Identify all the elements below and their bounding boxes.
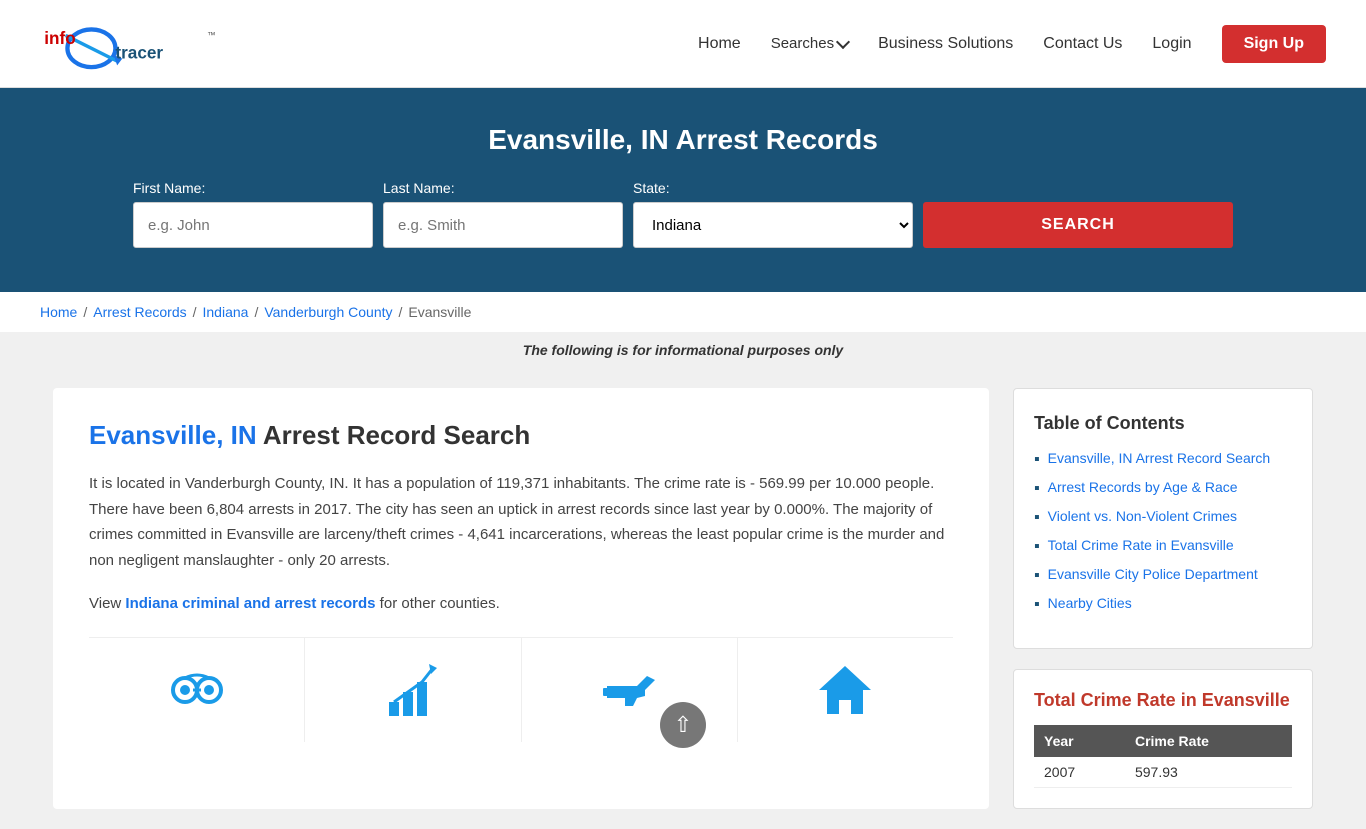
breadcrumb-arrest-records[interactable]: Arrest Records	[93, 304, 186, 320]
view-records-line: View Indiana criminal and arrest records…	[89, 591, 953, 617]
page-title-rest: Arrest Record Search	[263, 420, 530, 450]
search-button[interactable]: SEARCH	[923, 202, 1233, 248]
page-title-state: IN	[223, 420, 262, 450]
indiana-records-link[interactable]: Indiana criminal and arrest records	[125, 595, 375, 612]
view-prefix: View	[89, 595, 125, 612]
breadcrumb-county[interactable]: Vanderburgh County	[264, 304, 392, 320]
city-description: It is located in Vanderburgh County, IN.…	[89, 471, 953, 573]
house-icon	[813, 658, 877, 722]
handcuffs-icon	[165, 658, 229, 722]
svg-text:info: info	[44, 28, 75, 48]
logo-area: info tracer ™	[40, 14, 229, 74]
toc-card: Table of Contents Evansville, IN Arrest …	[1013, 388, 1313, 649]
icon-cell-handcuffs	[89, 638, 305, 742]
last-name-label: Last Name:	[383, 180, 455, 196]
state-label: State:	[633, 180, 670, 196]
toc-link[interactable]: Evansville City Police Department	[1048, 566, 1258, 582]
page-title-city: Evansville,	[89, 420, 223, 450]
toc-link[interactable]: Evansville, IN Arrest Record Search	[1048, 450, 1271, 466]
cell-rate: 597.93	[1125, 757, 1292, 788]
scroll-up-button[interactable]: ⇧	[660, 702, 706, 748]
toc-list: Evansville, IN Arrest Record Search Arres…	[1034, 450, 1292, 614]
nav-business-solutions[interactable]: Business Solutions	[878, 35, 1013, 53]
svg-text:™: ™	[207, 30, 216, 40]
nav-searches[interactable]: Searches	[771, 35, 848, 52]
hero-banner: Evansville, IN Arrest Records First Name…	[0, 88, 1366, 292]
nav-contact-us[interactable]: Contact Us	[1043, 35, 1122, 53]
last-name-group: Last Name:	[383, 180, 623, 248]
cell-year: 2007	[1034, 757, 1125, 788]
toc-link[interactable]: Violent vs. Non-Violent Crimes	[1048, 508, 1237, 524]
page-title: Evansville, IN Arrest Record Search	[89, 420, 953, 451]
toc-item: Evansville City Police Department	[1034, 566, 1292, 585]
last-name-input[interactable]	[383, 202, 623, 248]
signup-button[interactable]: Sign Up	[1222, 25, 1326, 63]
login-button[interactable]: Login	[1152, 35, 1191, 53]
nav-home[interactable]: Home	[698, 35, 741, 53]
col-crime-rate: Crime Rate	[1125, 725, 1292, 757]
view-suffix: for other counties.	[376, 595, 500, 612]
search-form: First Name: Last Name: State: Indiana Al…	[133, 180, 1233, 248]
table-row: 2007597.93	[1034, 757, 1292, 788]
toc-item: Violent vs. Non-Violent Crimes	[1034, 508, 1292, 527]
first-name-label: First Name:	[133, 180, 205, 196]
state-select[interactable]: Indiana Alabama Alaska Arizona Californi…	[633, 202, 913, 248]
gun-icon	[597, 658, 661, 722]
crime-rate-card: Total Crime Rate in Evansville Year Crim…	[1013, 669, 1313, 809]
first-name-group: First Name:	[133, 180, 373, 248]
breadcrumb-indiana[interactable]: Indiana	[203, 304, 249, 320]
icons-row	[89, 637, 953, 742]
svg-text:tracer: tracer	[115, 42, 163, 62]
crime-rate-table: Year Crime Rate 2007597.93	[1034, 725, 1292, 788]
breadcrumb: Home / Arrest Records / Indiana / Vander…	[0, 292, 1366, 332]
toc-link[interactable]: Arrest Records by Age & Race	[1048, 479, 1238, 495]
toc-link[interactable]: Nearby Cities	[1048, 595, 1132, 611]
disclaimer-bar: The following is for informational purpo…	[0, 332, 1366, 368]
icon-cell-house	[738, 638, 953, 742]
hero-title: Evansville, IN Arrest Records	[40, 124, 1326, 156]
disclaimer-text: The following is for informational purpo…	[523, 342, 843, 358]
toc-item: Nearby Cities	[1034, 595, 1292, 614]
left-panel: Evansville, IN Arrest Record Search It i…	[53, 388, 989, 809]
breadcrumb-city: Evansville	[408, 304, 471, 320]
right-sidebar: Table of Contents Evansville, IN Arrest …	[1013, 388, 1313, 809]
logo-svg: info tracer ™	[40, 14, 229, 74]
main-nav: Home Searches Business Solutions Contact…	[698, 25, 1326, 63]
chevron-down-icon	[836, 34, 850, 48]
toc-link[interactable]: Total Crime Rate in Evansville	[1048, 537, 1234, 553]
col-year: Year	[1034, 725, 1125, 757]
toc-item: Evansville, IN Arrest Record Search	[1034, 450, 1292, 469]
header: info tracer ™ Home Searches Business Sol…	[0, 0, 1366, 88]
toc-title: Table of Contents	[1034, 413, 1292, 434]
icon-cell-chart	[305, 638, 521, 742]
crime-rate-title: Total Crime Rate in Evansville	[1034, 690, 1292, 711]
first-name-input[interactable]	[133, 202, 373, 248]
state-group: State: Indiana Alabama Alaska Arizona Ca…	[633, 180, 913, 248]
toc-item: Arrest Records by Age & Race	[1034, 479, 1292, 498]
toc-item: Total Crime Rate in Evansville	[1034, 537, 1292, 556]
chart-icon	[381, 658, 445, 722]
breadcrumb-home[interactable]: Home	[40, 304, 77, 320]
